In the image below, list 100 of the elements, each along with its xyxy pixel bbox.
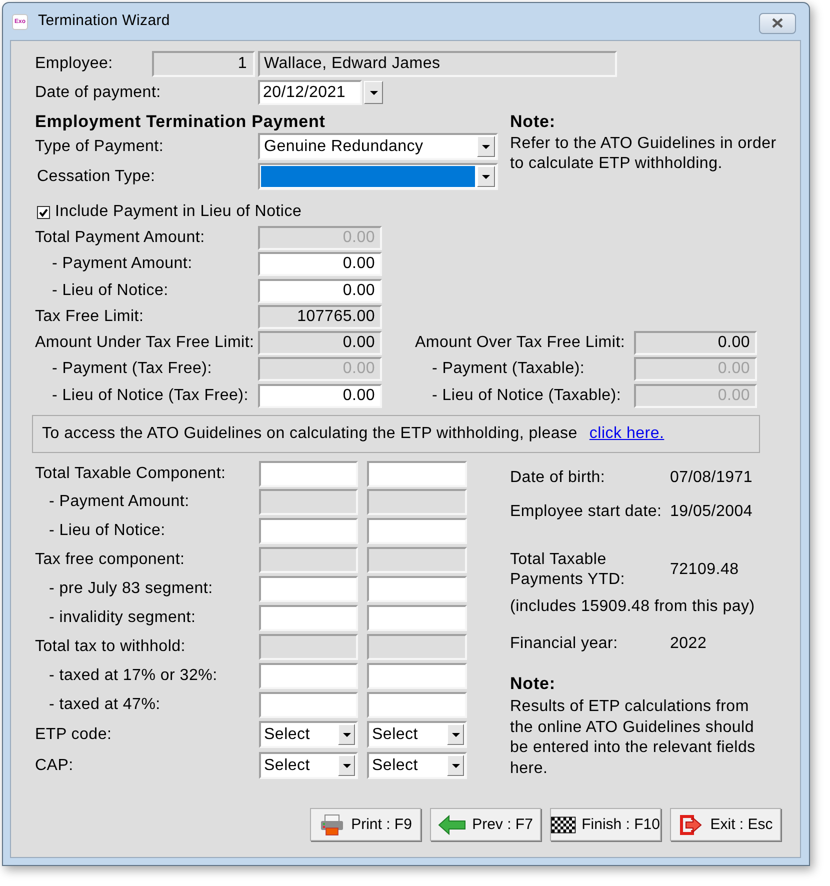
checkmark-icon bbox=[39, 208, 48, 216]
select-dropdown[interactable]: Select bbox=[367, 752, 467, 780]
amount-field: 0.00 bbox=[634, 331, 757, 356]
caret-down-icon bbox=[370, 90, 378, 94]
field-label: - Lieu of Notice: bbox=[48, 522, 166, 540]
payment-type-dropdown[interactable]: Genuine Redundancy bbox=[258, 133, 498, 160]
input-field[interactable] bbox=[259, 518, 358, 544]
left-arrow-icon bbox=[438, 814, 466, 835]
amount-field: 0.00 bbox=[258, 331, 382, 356]
info-label: Financial year: bbox=[510, 634, 619, 654]
field-label: CAP: bbox=[35, 756, 74, 775]
input-field[interactable] bbox=[259, 662, 358, 689]
dropdown-arrow-button[interactable] bbox=[447, 724, 464, 746]
field-label: - Payment Amount: bbox=[48, 493, 190, 512]
select-dropdown[interactable]: Select bbox=[367, 721, 467, 748]
caret-down-icon bbox=[452, 732, 460, 737]
checkered-flag-icon bbox=[551, 814, 576, 835]
field-label: - Lieu of Notice: bbox=[51, 280, 170, 301]
note-heading: Note: bbox=[510, 111, 556, 133]
field-label: Tax Free Limit: bbox=[35, 306, 145, 327]
caret-down-icon bbox=[482, 174, 490, 178]
select-dropdown[interactable]: Select bbox=[259, 752, 358, 780]
field-label: Total tax to withhold: bbox=[35, 638, 186, 656]
employee-number-field: 1 bbox=[152, 51, 255, 77]
field-label: ETP code: bbox=[35, 726, 113, 744]
info-value: 2022 bbox=[670, 634, 708, 654]
field-label: Employee: bbox=[35, 55, 114, 73]
field-label: - invalidity segment: bbox=[48, 608, 197, 627]
dropdown-arrow-button[interactable] bbox=[338, 755, 355, 776]
input-field[interactable] bbox=[259, 604, 358, 631]
info-value: 72109.48 bbox=[670, 560, 740, 580]
input-field[interactable] bbox=[367, 662, 467, 689]
input-field[interactable] bbox=[259, 576, 358, 602]
info-label: Employee start date: bbox=[510, 502, 663, 522]
note-heading: Note: bbox=[510, 674, 556, 694]
close-button[interactable] bbox=[759, 12, 796, 34]
field-label: - pre July 83 segment: bbox=[48, 580, 214, 598]
amount-field: 0.00 bbox=[634, 384, 757, 408]
date-field[interactable]: 20/12/2021 bbox=[258, 80, 362, 105]
employee-name-field: Wallace, Edward James bbox=[258, 51, 617, 77]
dropdown-arrow-button[interactable] bbox=[338, 724, 355, 746]
close-icon bbox=[772, 18, 783, 28]
input-field[interactable] bbox=[367, 604, 467, 631]
input-field[interactable] bbox=[367, 576, 467, 602]
dropdown-arrow-button[interactable] bbox=[364, 81, 383, 104]
amount-field: 0.00 bbox=[258, 226, 382, 250]
field-label: - Lieu of Notice (Tax Free): bbox=[51, 386, 250, 406]
wizard-button[interactable]: Exit : Esc bbox=[670, 808, 781, 842]
info-label: Total Taxable Payments YTD: bbox=[510, 550, 626, 590]
field-label: Amount Over Tax Free Limit: bbox=[415, 333, 626, 354]
field-label: Type of Payment: bbox=[35, 138, 165, 156]
field-label: - Payment (Taxable): bbox=[431, 359, 586, 380]
wizard-button[interactable]: Print : F9 bbox=[310, 808, 421, 842]
info-label: Date of birth: bbox=[510, 468, 606, 488]
field-label: - taxed at 17% or 32%: bbox=[48, 666, 218, 685]
amount-field: 0.00 bbox=[634, 357, 757, 382]
dropdown-arrow-button[interactable] bbox=[477, 136, 495, 157]
caret-down-icon bbox=[342, 764, 350, 768]
wizard-button[interactable]: Finish : F10 bbox=[550, 808, 661, 842]
printer-icon bbox=[319, 814, 346, 836]
amount-field: 0.00 bbox=[258, 357, 382, 382]
guidelines-link[interactable]: click here. bbox=[589, 425, 664, 444]
field-label: Total Taxable Component: bbox=[35, 464, 227, 483]
field-label: - taxed at 47%: bbox=[48, 696, 162, 714]
field-label: Cessation Type: bbox=[36, 168, 156, 186]
amount-field[interactable]: 0.00 bbox=[258, 278, 382, 303]
note-text: Results of ETP calculations from the online ATO Guidelines should be entered into the relevant fields here. bbox=[510, 697, 756, 780]
checkbox-label: Include Payment in Lieu of Notice bbox=[55, 203, 302, 221]
select-dropdown[interactable]: Select bbox=[259, 721, 358, 748]
field-label: - Payment (Tax Free): bbox=[51, 359, 213, 380]
input-field[interactable] bbox=[259, 460, 358, 487]
amount-field[interactable]: 0.00 bbox=[258, 252, 382, 276]
section-heading: Employment Termination Payment bbox=[35, 111, 326, 133]
amount-field[interactable]: 0.00 bbox=[258, 384, 382, 408]
note-text: Refer to the ATO Guidelines in order to calculate ETP withholding. bbox=[510, 134, 778, 174]
dropdown-arrow-button[interactable] bbox=[447, 755, 464, 776]
checkbox[interactable] bbox=[37, 206, 50, 218]
input-field[interactable] bbox=[367, 460, 467, 487]
field-label: - Payment Amount: bbox=[51, 254, 194, 274]
wizard-button[interactable]: Prev : F7 bbox=[430, 808, 541, 842]
field-label: Date of payment: bbox=[35, 84, 162, 102]
amount-field: 107765.00 bbox=[258, 304, 382, 329]
ytd-note: (includes 15909.48 from this pay) bbox=[510, 597, 756, 618]
field-label: - Lieu of Notice (Taxable): bbox=[431, 386, 622, 406]
field-label: Total Payment Amount: bbox=[35, 228, 206, 248]
caret-down-icon bbox=[452, 764, 460, 768]
guidelines-text: To access the ATO Guidelines on calculating the ETP withholding, please bbox=[42, 425, 578, 444]
input-field[interactable] bbox=[367, 692, 467, 718]
info-value: 07/08/1971 bbox=[670, 468, 754, 488]
exit-door-icon bbox=[678, 812, 704, 837]
cessation-type-dropdown[interactable] bbox=[258, 163, 498, 190]
caret-down-icon bbox=[342, 732, 350, 737]
input-field[interactable] bbox=[259, 692, 358, 718]
field-label: Tax free component: bbox=[35, 551, 186, 570]
input-field[interactable] bbox=[367, 518, 467, 544]
info-value: 19/05/2004 bbox=[670, 502, 754, 522]
field-label: Amount Under Tax Free Limit: bbox=[35, 333, 256, 354]
caret-down-icon bbox=[482, 144, 490, 148]
dropdown-arrow-button[interactable] bbox=[477, 166, 495, 187]
window-title: Termination Wizard bbox=[38, 11, 170, 32]
